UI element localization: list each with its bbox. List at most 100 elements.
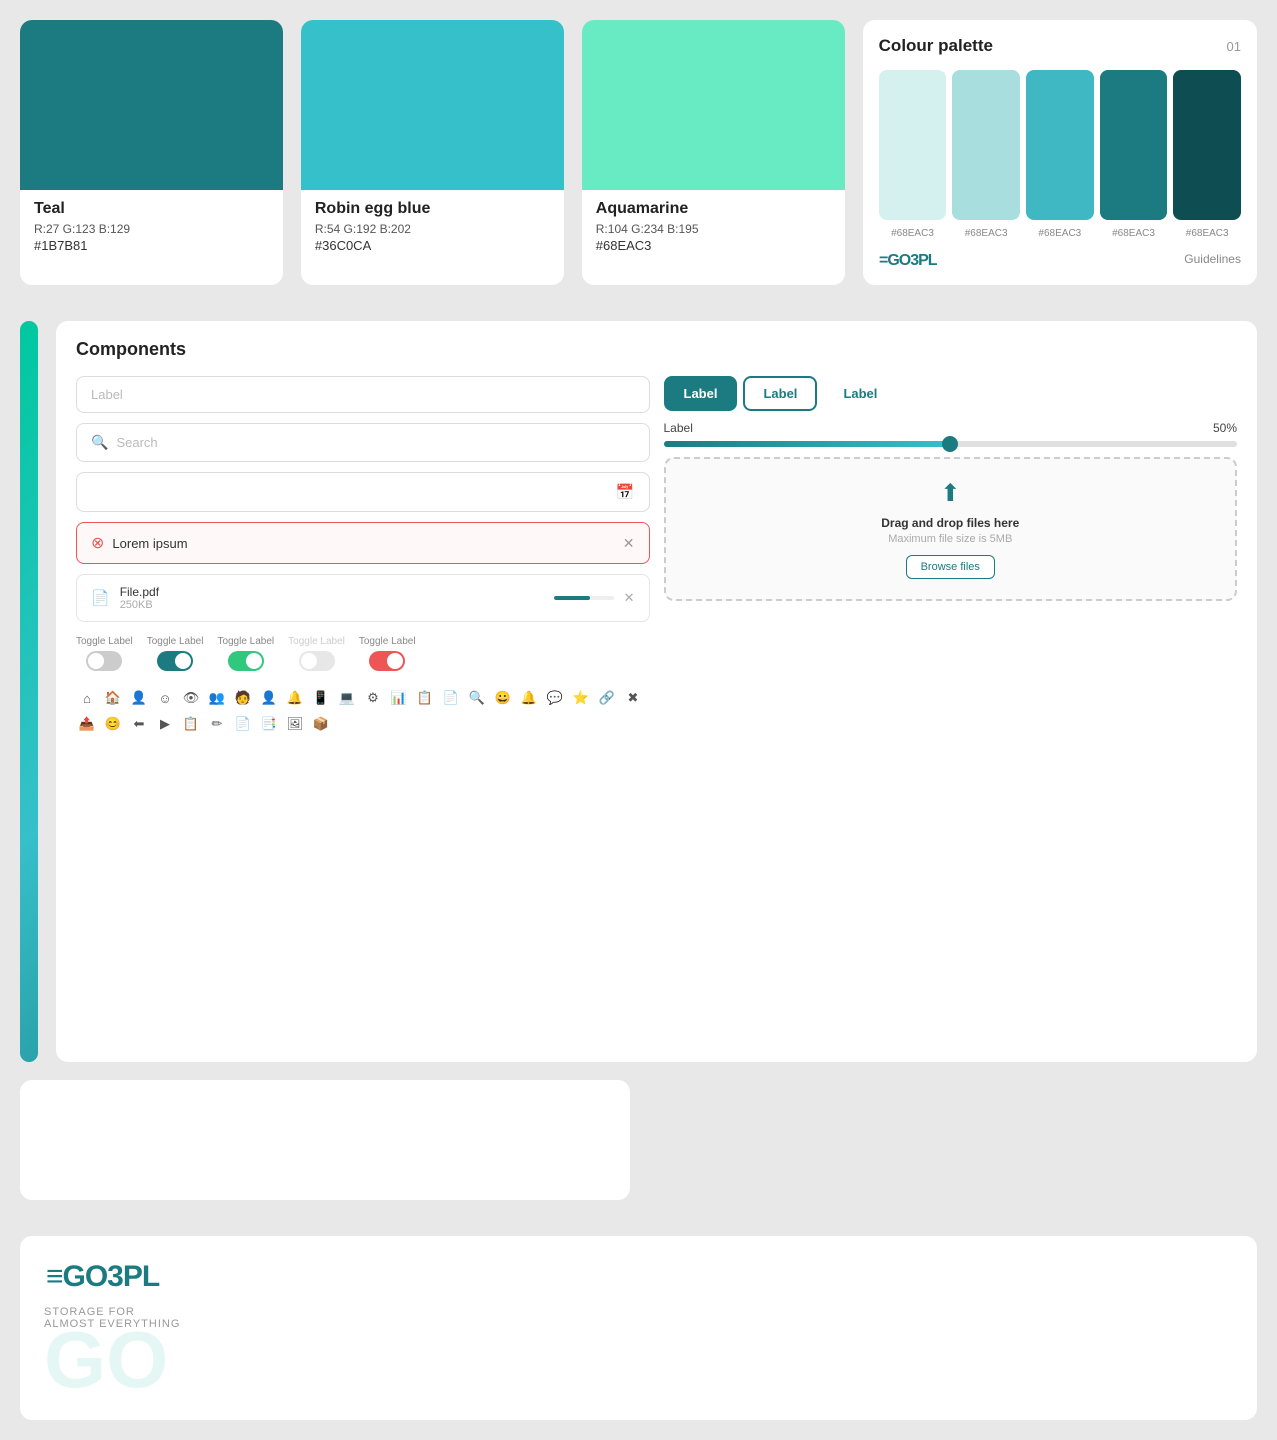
palette-swatch-5	[1173, 70, 1241, 220]
icon-star: ⭐	[570, 687, 592, 709]
components-right: Label Label Label Label 50%	[664, 376, 1238, 735]
search-input[interactable]: 🔍 Search	[76, 423, 650, 462]
file-upload-row: 📄 File.pdf 250KB ✕	[76, 574, 650, 622]
svg-text:=GO3PL: =GO3PL	[879, 252, 938, 269]
toggle-2[interactable]	[157, 651, 193, 671]
tab-row: Label Label Label	[664, 376, 1238, 411]
palette-swatch-2	[952, 70, 1020, 220]
icon-chart: 📊	[388, 687, 410, 709]
robin-rgb: R:54 G:192 B:202	[315, 222, 550, 236]
toggle-item-4: Toggle Label	[288, 636, 345, 671]
date-input[interactable]: 📅	[76, 472, 650, 512]
slider-track[interactable]	[664, 441, 1238, 447]
aquamarine-hex: #68EAC3	[596, 238, 831, 253]
file-remove-icon[interactable]: ✕	[624, 590, 635, 606]
label-input-text: Label	[91, 387, 123, 402]
slider-thumb[interactable]	[942, 436, 958, 452]
toggle-label-1: Toggle Label	[76, 636, 133, 647]
icon-box: 📦	[310, 713, 332, 735]
slider-row: Label 50%	[664, 421, 1238, 447]
components-left: Label 🔍 Search 📅 ⊗ Lorem ipsum	[76, 376, 650, 735]
palette-logo: =GO3PL	[879, 249, 959, 269]
icon-edit: ✏	[206, 713, 228, 735]
brand-card: ≡GO3PL STORAGE FOR ALMOST EVERYTHING GO	[20, 1236, 1257, 1420]
icon-stack: 📑	[258, 713, 280, 735]
palette-swatch-3	[1026, 70, 1094, 220]
file-progress-fill	[554, 596, 590, 600]
tab-btn-active[interactable]: Label	[664, 376, 738, 411]
typography-logo-bg: ≡GO3PL	[20, 321, 38, 1062]
robin-name: Robin egg blue	[315, 200, 550, 218]
brand-logo-svg: ≡GO3PL	[44, 1256, 204, 1292]
icon-upload: 📤	[76, 713, 98, 735]
palette-code-1: #68EAC3	[879, 228, 947, 239]
typography-section: ≡GO3PL Typography 02 h1 Display headings…	[20, 321, 38, 1062]
color-card-robin: Robin egg blue R:54 G:192 B:202 #36C0CA	[301, 20, 564, 285]
palette-guidelines[interactable]: Guidelines	[1184, 252, 1241, 266]
file-size: 250KB	[120, 599, 544, 611]
label-input[interactable]: Label	[76, 376, 650, 413]
toggle-label-5: Toggle Label	[359, 636, 416, 647]
toggle-knob-5	[387, 653, 403, 669]
palette-code-4: #68EAC3	[1100, 228, 1168, 239]
icon-eye: 👁	[180, 687, 202, 709]
aquamarine-rgb: R:104 G:234 B:195	[596, 222, 831, 236]
palette-swatch-1	[879, 70, 947, 220]
teal-rgb: R:27 G:123 B:129	[34, 222, 269, 236]
teal-swatch	[20, 20, 283, 190]
color-card-aquamarine: Aquamarine R:104 G:234 B:195 #68EAC3	[582, 20, 845, 285]
browse-files-button[interactable]: Browse files	[906, 555, 995, 579]
brand-logo-row: ≡GO3PL	[44, 1256, 1233, 1292]
error-close-icon[interactable]: ✕	[623, 535, 635, 552]
file-name: File.pdf	[120, 585, 544, 599]
toggle-knob-2	[175, 653, 191, 669]
palette-code-2: #68EAC3	[952, 228, 1020, 239]
palette-title: Colour palette	[879, 36, 993, 56]
icon-settings: ⚙	[362, 687, 384, 709]
toggle-knob-3	[246, 653, 262, 669]
aquamarine-swatch	[582, 20, 845, 190]
icon-back: ⬅	[128, 713, 150, 735]
components-card: Components Label 🔍 Search 📅	[56, 321, 1257, 1062]
drag-subtitle: Maximum file size is 5MB	[680, 533, 1222, 545]
icon-clipboard: 📋	[180, 713, 202, 735]
toggle-knob-1	[88, 653, 104, 669]
teal-hex: #1B7B81	[34, 238, 269, 253]
icon-notification: 🔔	[518, 687, 540, 709]
file-progress-bar-container	[554, 596, 614, 600]
icon-emoji: 😀	[492, 687, 514, 709]
icon-face: 😊	[102, 713, 124, 735]
toggle-item-1: Toggle Label	[76, 636, 133, 671]
calendar-icon: 📅	[616, 483, 635, 501]
palette-code-5: #68EAC3	[1173, 228, 1241, 239]
icon-file: 📄	[232, 713, 254, 735]
icon-user: 👤	[128, 687, 150, 709]
tab-btn-outline[interactable]: Label	[743, 376, 817, 411]
icon-link: 🔗	[596, 687, 618, 709]
file-icon: 📄	[91, 589, 110, 607]
robin-swatch	[301, 20, 564, 190]
icon-forward: ▶	[154, 713, 176, 735]
error-field: ⊗ Lorem ipsum ✕	[76, 522, 650, 564]
slider-percent: 50%	[1213, 421, 1237, 435]
icon-smiley: ☺	[154, 687, 176, 709]
tab-btn-ghost[interactable]: Label	[823, 376, 897, 411]
toggle-4	[299, 651, 335, 671]
icon-person: 🧑	[232, 687, 254, 709]
brand-card-2	[20, 1080, 630, 1200]
toggle-1[interactable]	[86, 651, 122, 671]
icon-search: 🔍	[466, 687, 488, 709]
icon-house: 🏠	[102, 687, 124, 709]
drag-drop-area[interactable]: ⬆ Drag and drop files here Maximum file …	[664, 457, 1238, 601]
toggle-5[interactable]	[369, 651, 405, 671]
icons-grid: ⌂ 🏠 👤 ☺ 👁 👥 🧑 👤 🔔 📱 💻 ⚙ 📊 📋 📄 🔍	[76, 687, 650, 735]
icon-contact: 👤	[258, 687, 280, 709]
error-icon: ⊗	[91, 533, 104, 553]
icon-doc: 📄	[440, 687, 462, 709]
palette-number: 01	[1227, 39, 1241, 54]
color-card-teal: Teal R:27 G:123 B:129 #1B7B81	[20, 20, 283, 285]
toggle-3[interactable]	[228, 651, 264, 671]
error-text: Lorem ipsum	[112, 536, 187, 551]
drag-title: Drag and drop files here	[680, 516, 1222, 530]
toggle-item-5: Toggle Label	[359, 636, 416, 671]
